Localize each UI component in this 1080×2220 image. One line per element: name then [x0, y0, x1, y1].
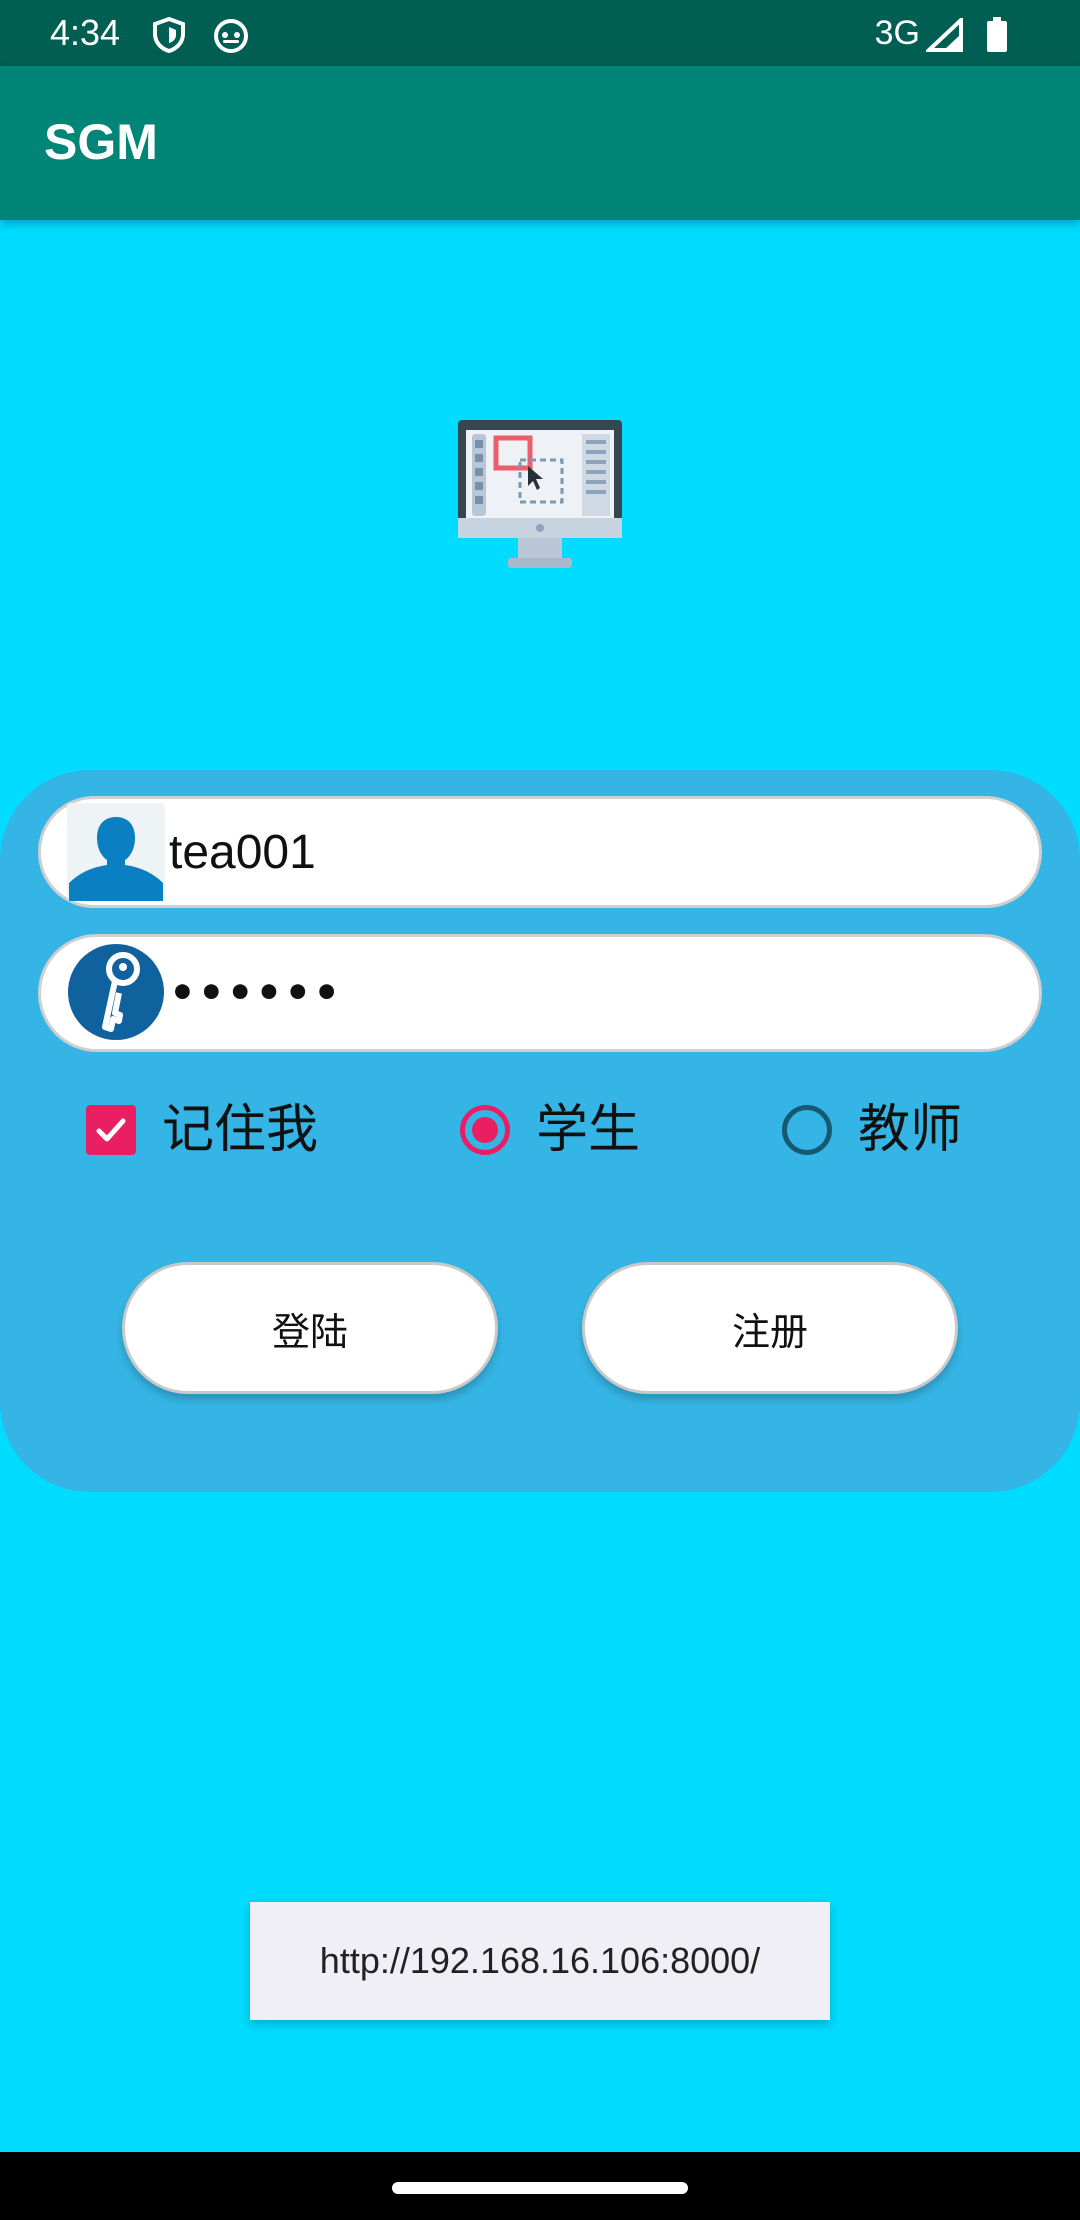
- remember-me-label: 记住我: [162, 1100, 319, 1160]
- toast-message: http://192.168.16.106:8000/: [250, 1902, 830, 2020]
- login-card: tea001 •••••• 记住我 学生 教师 登陆 注册: [0, 770, 1080, 1492]
- login-button[interactable]: 登陆: [122, 1262, 498, 1394]
- options-row: 记住我 学生 教师: [0, 1080, 1080, 1180]
- network-type: 3G: [874, 14, 920, 52]
- username-field[interactable]: tea001: [38, 796, 1042, 908]
- status-time: 4:34: [50, 12, 121, 53]
- navigation-bar: [0, 2152, 1080, 2220]
- user-icon: [67, 803, 165, 901]
- role-student-radio[interactable]: 学生: [460, 1096, 640, 1164]
- checkbox-checked-icon[interactable]: [86, 1105, 136, 1155]
- monitor-icon: [452, 420, 628, 570]
- password-input[interactable]: ••••••: [169, 963, 342, 1023]
- key-icon: [67, 943, 165, 1041]
- signal-icon: [924, 16, 966, 54]
- android-icon: [212, 16, 250, 54]
- register-button[interactable]: 注册: [582, 1262, 958, 1394]
- remember-me-checkbox[interactable]: 记住我: [86, 1096, 318, 1164]
- username-input[interactable]: tea001: [169, 817, 316, 889]
- password-field[interactable]: ••••••: [38, 934, 1042, 1052]
- role-teacher-label: 教师: [858, 1100, 963, 1160]
- role-teacher-radio[interactable]: 教师: [782, 1096, 962, 1164]
- app-bar: SGM: [0, 66, 1080, 220]
- status-bar: 4:34 3G: [0, 0, 1080, 66]
- radio-selected-icon[interactable]: [460, 1105, 510, 1155]
- role-student-label: 学生: [536, 1100, 641, 1160]
- shield-icon: [150, 16, 188, 54]
- app-title: SGM: [44, 114, 158, 170]
- home-gesture-handle[interactable]: [392, 2182, 688, 2194]
- radio-unselected-icon[interactable]: [782, 1105, 832, 1155]
- battery-icon: [984, 16, 1010, 54]
